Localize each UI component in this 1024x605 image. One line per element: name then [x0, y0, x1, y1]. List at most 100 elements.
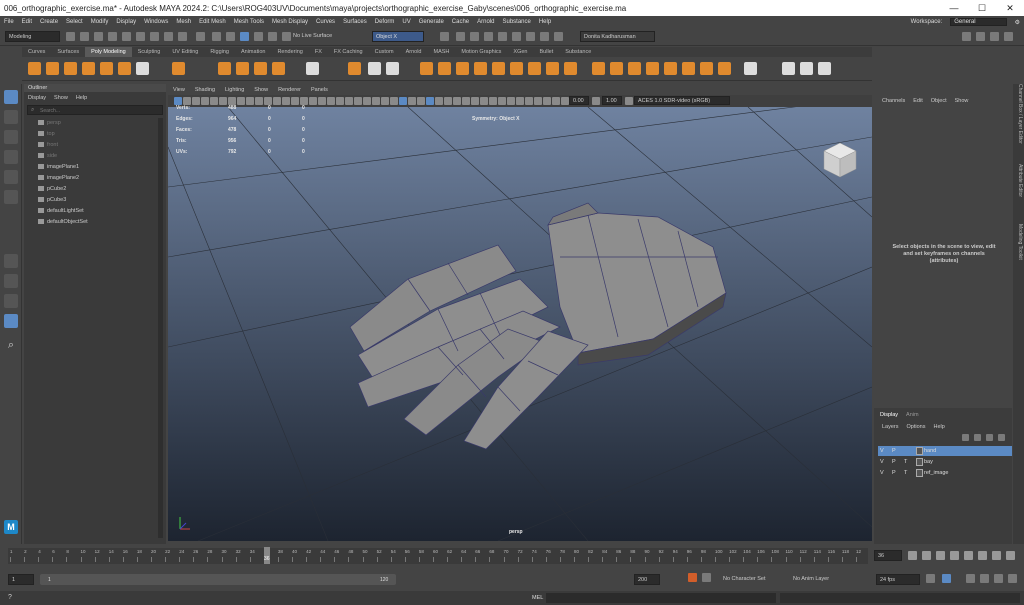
- viewport-tool-icon-30[interactable]: [444, 97, 452, 105]
- shelf-tool-icon-0[interactable]: [28, 62, 41, 75]
- viewport-tool-icon-37[interactable]: [507, 97, 515, 105]
- menu-item-windows[interactable]: Windows: [144, 19, 168, 25]
- shelf-tab-sculpting[interactable]: Sculpting: [132, 47, 167, 57]
- step-forward-key-icon[interactable]: [992, 551, 1001, 560]
- channel-box-menu-edit[interactable]: Edit: [913, 98, 922, 104]
- colorspace-dropdown[interactable]: ACES 1.0 SDR-video (sRGB): [634, 96, 730, 105]
- shelf-tab-custom[interactable]: Custom: [369, 47, 400, 57]
- viewport-tool-icon-4[interactable]: [210, 97, 218, 105]
- layer-row-ref_image[interactable]: V P Tref_image: [878, 468, 1012, 478]
- panel-toggle-icon-1[interactable]: [976, 32, 985, 41]
- range-end-field[interactable]: 200: [634, 574, 660, 585]
- layer-action-icon-2[interactable]: [986, 434, 993, 441]
- status-tool-icon-4[interactable]: [122, 32, 131, 41]
- step-back-key-icon[interactable]: [922, 551, 931, 560]
- menu-item-cache[interactable]: Cache: [452, 19, 469, 25]
- select-tool-icon[interactable]: [4, 90, 18, 104]
- rotate-tool-icon[interactable]: [4, 170, 18, 184]
- colorspace-icon[interactable]: [625, 97, 633, 105]
- close-button[interactable]: ✕: [996, 0, 1024, 16]
- search-icon[interactable]: ⌕: [4, 338, 18, 352]
- playback-option-icon-5[interactable]: [1008, 574, 1017, 583]
- shelf-tab-poly-modeling[interactable]: Poly Modeling: [85, 47, 132, 57]
- outliner-scrollbar[interactable]: [158, 118, 163, 538]
- gamma-field[interactable]: 1.00: [602, 96, 622, 105]
- viewport-tool-icon-34[interactable]: [480, 97, 488, 105]
- command-input[interactable]: [546, 593, 776, 603]
- shelf-tool-icon-4[interactable]: [100, 62, 113, 75]
- viewport-tool-icon-7[interactable]: [237, 97, 245, 105]
- viewport-tool-icon-17[interactable]: [327, 97, 335, 105]
- outliner-menu-help[interactable]: Help: [76, 95, 87, 101]
- shelf-tab-mash[interactable]: MASH: [427, 47, 455, 57]
- shelf-tool-icon-10[interactable]: [254, 62, 267, 75]
- range-bar[interactable]: 1 120: [40, 574, 396, 585]
- symmetry-dropdown[interactable]: Object X: [372, 31, 424, 42]
- viewport-tool-icon-28[interactable]: [426, 97, 434, 105]
- side-tab-2[interactable]: Modeling Toolkit: [1014, 224, 1023, 260]
- shelf-tool-icon-32[interactable]: [718, 62, 731, 75]
- status-tool-icon-17[interactable]: [456, 32, 465, 41]
- viewport-menu-view[interactable]: View: [173, 87, 185, 93]
- viewport-tool-icon-29[interactable]: [435, 97, 443, 105]
- shelf-tab-arnold[interactable]: Arnold: [400, 47, 428, 57]
- shelf-tool-icon-21[interactable]: [510, 62, 523, 75]
- layer-color-swatch[interactable]: [916, 447, 923, 455]
- viewport-tool-icon-5[interactable]: [219, 97, 227, 105]
- shelf-tab-xgen[interactable]: XGen: [507, 47, 533, 57]
- key-filter-icon[interactable]: [702, 573, 711, 582]
- workspace-dropdown[interactable]: General: [950, 18, 1007, 26]
- viewport-tool-icon-16[interactable]: [318, 97, 326, 105]
- single-pane-layout-icon[interactable]: [4, 254, 18, 268]
- shelf-tool-icon-27[interactable]: [628, 62, 641, 75]
- layer-p-toggle[interactable]: P: [892, 446, 896, 456]
- panel-toggle-icon-2[interactable]: [990, 32, 999, 41]
- viewport-menu-lighting[interactable]: Lighting: [225, 87, 244, 93]
- minimize-button[interactable]: —: [940, 0, 968, 16]
- playback-option-icon-1[interactable]: [942, 574, 951, 583]
- menu-item-select[interactable]: Select: [66, 19, 83, 25]
- playback-option-icon-0[interactable]: [926, 574, 935, 583]
- status-tool-icon-23[interactable]: [540, 32, 549, 41]
- status-tool-icon-12[interactable]: [240, 32, 249, 41]
- step-back-frame-icon[interactable]: [936, 551, 945, 560]
- exposure-field[interactable]: 0.00: [569, 96, 589, 105]
- status-tool-icon-8[interactable]: [178, 32, 187, 41]
- viewport-tool-icon-27[interactable]: [417, 97, 425, 105]
- viewport-tool-icon-22[interactable]: [372, 97, 380, 105]
- status-tool-icon-16[interactable]: [440, 32, 449, 41]
- menu-item-mesh-display[interactable]: Mesh Display: [272, 19, 308, 25]
- menu-item-arnold[interactable]: Arnold: [477, 19, 494, 25]
- menu-item-mesh[interactable]: Mesh: [176, 19, 191, 25]
- outliner-item-pcube3[interactable]: pCube3: [38, 197, 66, 203]
- shelf-tool-icon-26[interactable]: [610, 62, 623, 75]
- shelf-tool-icon-3[interactable]: [82, 62, 95, 75]
- outliner-search[interactable]: ⌕ Search...: [27, 105, 163, 115]
- shelf-tool-icon-13[interactable]: [348, 62, 361, 75]
- menu-item-file[interactable]: File: [4, 19, 14, 25]
- shelf-tool-icon-24[interactable]: [564, 62, 577, 75]
- menu-item-mesh-tools[interactable]: Mesh Tools: [234, 19, 264, 25]
- viewport-tool-icon-9[interactable]: [255, 97, 263, 105]
- layer-p-toggle[interactable]: P: [892, 468, 896, 478]
- shelf-tool-icon-11[interactable]: [272, 62, 285, 75]
- shelf-tool-icon-8[interactable]: [218, 62, 231, 75]
- status-tool-icon-22[interactable]: [526, 32, 535, 41]
- viewport-tool-icon-25[interactable]: [399, 97, 407, 105]
- viewport-tool-icon-26[interactable]: [408, 97, 416, 105]
- status-tool-icon-19[interactable]: [484, 32, 493, 41]
- viewport-tool-icon-31[interactable]: [453, 97, 461, 105]
- shelf-tool-icon-28[interactable]: [646, 62, 659, 75]
- viewport-tool-icon-23[interactable]: [381, 97, 389, 105]
- viewport-tool-icon-43[interactable]: [561, 97, 569, 105]
- anim-layer-dropdown[interactable]: No Anim Layer: [790, 574, 856, 585]
- outliner-item-pcube2[interactable]: pCube2: [38, 186, 66, 192]
- shelf-tool-icon-18[interactable]: [456, 62, 469, 75]
- panel-toggle-icon-0[interactable]: [962, 32, 971, 41]
- outliner-item-imageplane1[interactable]: imagePlane1: [38, 164, 79, 170]
- outliner-item-front[interactable]: front: [38, 142, 58, 148]
- channel-box-menu-show[interactable]: Show: [955, 98, 969, 104]
- channel-box-menu-object[interactable]: Object: [931, 98, 947, 104]
- outliner-layout-icon[interactable]: [4, 314, 18, 328]
- layer-t-toggle[interactable]: T: [904, 457, 907, 467]
